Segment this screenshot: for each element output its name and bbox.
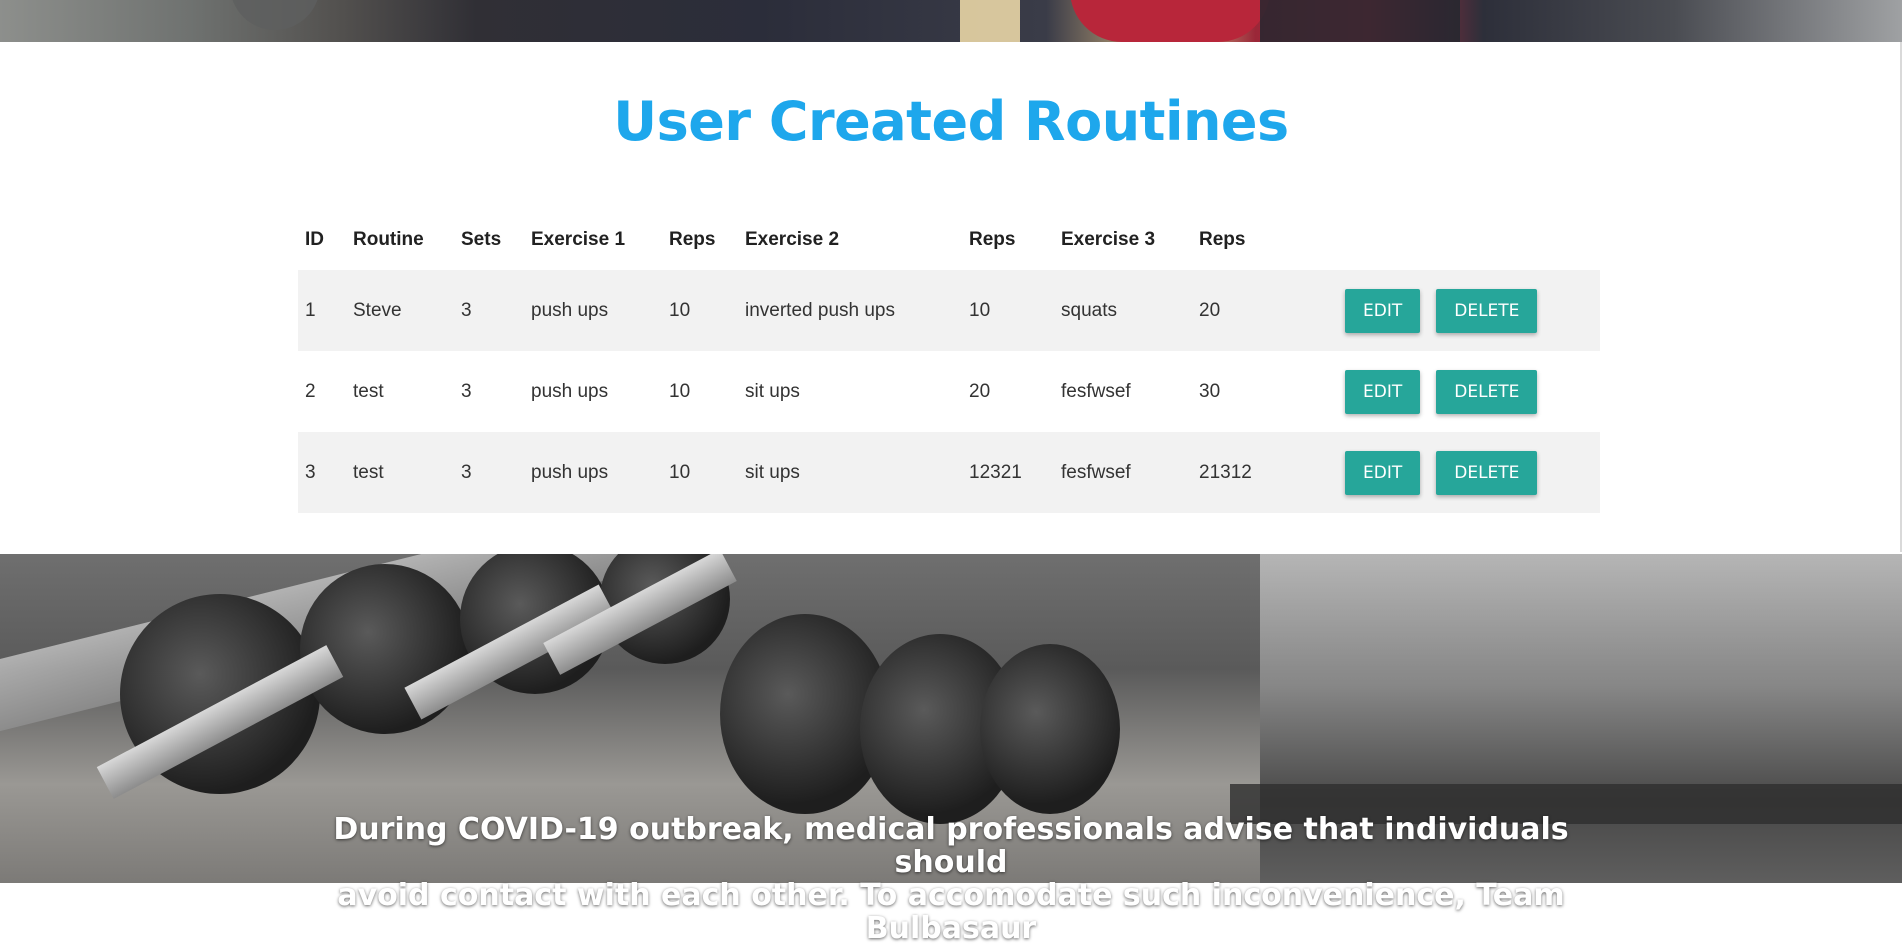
header-routine: Routine: [353, 229, 424, 250]
covid-notice: During COVID-19 outbreak, medical profes…: [300, 813, 1602, 945]
header-id: ID: [305, 229, 324, 250]
cell-reps-3: 20: [1199, 299, 1221, 321]
table-row: 3 test 3 push ups 10 sit ups 12321 fesfw…: [298, 432, 1600, 513]
header-reps-1: Reps: [669, 229, 716, 250]
cell-routine: Steve: [353, 299, 402, 321]
header-reps-2: Reps: [969, 229, 1016, 250]
delete-button[interactable]: DELETE: [1436, 369, 1538, 414]
table-row: 2 test 3 push ups 10 sit ups 20 fesfwsef…: [298, 351, 1600, 432]
header-actions: [1338, 210, 1600, 270]
cell-id: 3: [305, 461, 316, 483]
cell-exercise-1: push ups: [531, 299, 609, 321]
table-header-row: ID Routine Sets Exercise 1 Reps Exercise…: [298, 210, 1600, 270]
cell-routine: test: [353, 461, 384, 483]
cell-reps-3: 30: [1199, 380, 1221, 402]
cell-reps-1: 10: [669, 461, 691, 483]
cell-sets: 3: [461, 299, 472, 321]
cell-sets: 3: [461, 380, 472, 402]
cell-exercise-3: fesfwsef: [1061, 461, 1131, 483]
cell-sets: 3: [461, 461, 472, 483]
cell-exercise-1: push ups: [531, 380, 609, 402]
cell-actions: EDIT DELETE: [1338, 432, 1600, 513]
delete-button[interactable]: DELETE: [1436, 450, 1538, 495]
cell-exercise-3: fesfwsef: [1061, 380, 1131, 402]
header-sets: Sets: [461, 229, 502, 250]
edit-button[interactable]: EDIT: [1345, 450, 1421, 495]
cell-reps-3: 21312: [1199, 461, 1252, 483]
cell-exercise-2: sit ups: [745, 380, 800, 402]
cell-exercise-2: sit ups: [745, 461, 800, 483]
cell-reps-1: 10: [669, 380, 691, 402]
cell-reps-1: 10: [669, 299, 691, 321]
cell-id: 2: [305, 380, 316, 402]
cell-reps-2: 10: [969, 299, 991, 321]
cell-id: 1: [305, 299, 316, 321]
header-reps-3: Reps: [1199, 229, 1246, 250]
header-exercise-2: Exercise 2: [745, 229, 840, 250]
page-title: User Created Routines: [613, 90, 1289, 153]
cell-reps-2: 12321: [969, 461, 1022, 483]
cell-actions: EDIT DELETE: [1338, 351, 1600, 432]
header-exercise-3: Exercise 3: [1061, 229, 1156, 250]
header-exercise-1: Exercise 1: [531, 229, 626, 250]
table-row: 1 Steve 3 push ups 10 inverted push ups …: [298, 270, 1600, 351]
covid-notice-line-1: During COVID-19 outbreak, medical profes…: [333, 812, 1569, 880]
top-hero-image: [0, 0, 1902, 42]
routines-table: ID Routine Sets Exercise 1 Reps Exercise…: [298, 210, 1600, 513]
cell-exercise-3: squats: [1061, 299, 1117, 321]
cell-routine: test: [353, 380, 384, 402]
edit-button[interactable]: EDIT: [1345, 369, 1421, 414]
delete-button[interactable]: DELETE: [1436, 288, 1538, 333]
edit-button[interactable]: EDIT: [1345, 288, 1421, 333]
cell-actions: EDIT DELETE: [1338, 270, 1600, 351]
cell-reps-2: 20: [969, 380, 991, 402]
cell-exercise-2: inverted push ups: [745, 299, 895, 321]
covid-notice-line-2: avoid contact with each other. To accomo…: [337, 878, 1565, 946]
cell-exercise-1: push ups: [531, 461, 609, 483]
